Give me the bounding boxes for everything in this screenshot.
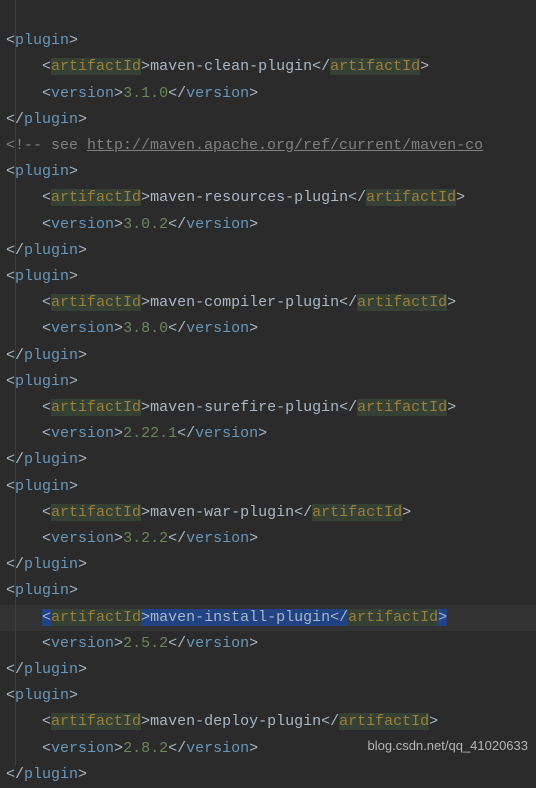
version-close: </version> — [168, 740, 258, 757]
artifact-close: </artifactId> — [294, 504, 411, 521]
plugin-close: </plugin> — [6, 242, 87, 259]
selection: <artifactId>maven-install-plugin</artifa… — [42, 609, 447, 626]
artifact-close: </artifactId> — [339, 399, 456, 416]
plugin-close: </plugin> — [6, 556, 87, 573]
plugin-close: </plugin> — [6, 661, 87, 678]
version-close: </version> — [177, 425, 267, 442]
artifact-open: <artifactId> — [42, 58, 150, 75]
plugin-open: <plugin> — [6, 582, 78, 599]
version-value: 3.0.2 — [123, 216, 168, 233]
artifact-value: maven-surefire-plugin — [150, 399, 339, 416]
version-close: </version> — [168, 85, 258, 102]
version-value: 3.8.0 — [123, 320, 168, 337]
version-close: </version> — [168, 635, 258, 652]
version-open: <version> — [42, 425, 123, 442]
plugin-open: <plugin> — [6, 32, 78, 49]
version-open: <version> — [42, 740, 123, 757]
artifact-open: <artifactId> — [42, 504, 150, 521]
plugin-open: <plugin> — [6, 268, 78, 285]
plugin-open: <plugin> — [6, 687, 78, 704]
plugin-close: </plugin> — [6, 111, 87, 128]
artifact-value: maven-war-plugin — [150, 504, 294, 521]
artifact-close: </artifactId> — [339, 294, 456, 311]
version-open: <version> — [42, 320, 123, 337]
comment-line: <!-- see http://maven.apache.org/ref/cur… — [6, 137, 483, 154]
version-close: </version> — [168, 530, 258, 547]
selected-line[interactable]: <artifactId>maven-install-plugin</artifa… — [0, 605, 536, 631]
watermark: blog.csdn.net/qq_41020633 — [368, 733, 528, 759]
version-value: 2.22.1 — [123, 425, 177, 442]
artifact-close: </artifactId> — [321, 713, 438, 730]
artifact-close: </artifactId> — [312, 58, 429, 75]
artifact-value: maven-install-plugin — [150, 609, 330, 626]
artifact-value: maven-compiler-plugin — [150, 294, 339, 311]
version-open: <version> — [42, 635, 123, 652]
artifact-value: maven-clean-plugin — [150, 58, 312, 75]
artifact-open: <artifactId> — [42, 713, 150, 730]
code-block: <plugin> <artifactId>maven-clean-plugin<… — [0, 0, 536, 788]
artifact-open: <artifactId> — [42, 294, 150, 311]
version-open: <version> — [42, 85, 123, 102]
plugin-close: </plugin> — [6, 451, 87, 468]
artifact-value: maven-deploy-plugin — [150, 713, 321, 730]
artifact-open: <artifactId> — [42, 399, 150, 416]
comment-url[interactable]: http://maven.apache.org/ref/current/mave… — [87, 137, 483, 154]
plugin-open: <plugin> — [6, 163, 78, 180]
version-value: 2.5.2 — [123, 635, 168, 652]
version-value: 2.8.2 — [123, 740, 168, 757]
gutter-line — [15, 0, 16, 765]
plugin-close: </plugin> — [6, 347, 87, 364]
version-value: 3.1.0 — [123, 85, 168, 102]
plugin-open: <plugin> — [6, 478, 78, 495]
plugin-open: <plugin> — [6, 373, 78, 390]
artifact-open: <artifactId> — [42, 189, 150, 206]
artifact-value: maven-resources-plugin — [150, 189, 348, 206]
artifact-close: </artifactId> — [348, 189, 465, 206]
version-open: <version> — [42, 216, 123, 233]
version-close: </version> — [168, 320, 258, 337]
version-close: </version> — [168, 216, 258, 233]
version-open: <version> — [42, 530, 123, 547]
version-value: 3.2.2 — [123, 530, 168, 547]
plugin-close: </plugin> — [6, 766, 87, 783]
